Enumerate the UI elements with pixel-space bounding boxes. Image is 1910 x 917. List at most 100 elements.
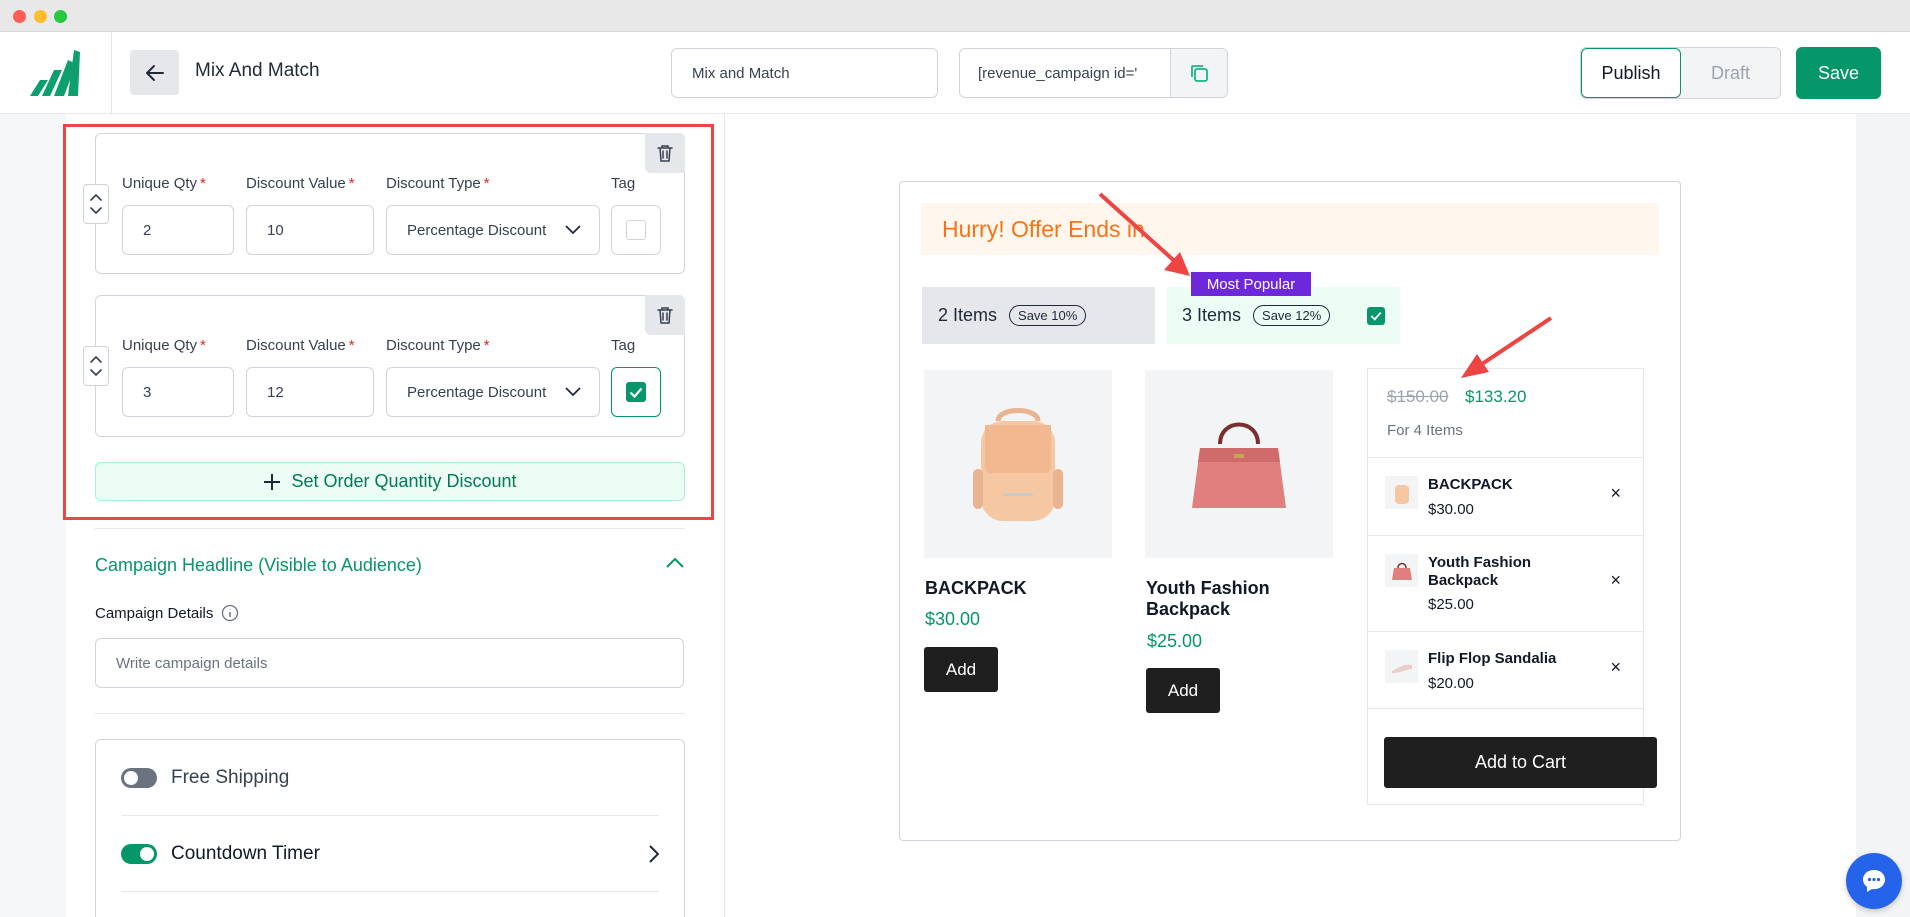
countdown-timer-label: Countdown Timer [171, 842, 320, 864]
original-price: $150.00 [1387, 387, 1449, 406]
sort-icon [90, 194, 102, 214]
item-name: BACKPACK [1428, 476, 1513, 493]
unique-qty-input[interactable]: 2 [122, 205, 234, 255]
product-price: $25.00 [1147, 631, 1203, 651]
summary-item: Flip Flop Sandalia $20.00 × [1368, 631, 1643, 709]
free-shipping-toggle[interactable] [121, 767, 157, 788]
page-title: Mix And Match [195, 60, 320, 81]
remove-item-icon[interactable]: × [1610, 570, 1621, 591]
discount-tier: Unique Qty * Discount Value * Discount Typ… [83, 295, 685, 437]
tag-checkbox[interactable] [611, 367, 661, 417]
discount-tier: Unique Qty * Discount Value * Discount Typ… [83, 133, 685, 274]
shortcode-text[interactable]: [revenue_campaign id=' [960, 49, 1170, 97]
discount-type-select[interactable]: Percentage Discount [386, 367, 600, 417]
discount-value-input[interactable]: 12 [246, 367, 374, 417]
backpack-image [973, 408, 1063, 521]
summary-item: Youth Fashion Backpack $25.00 × [1368, 535, 1643, 631]
minimize-window-button[interactable] [34, 10, 47, 23]
add-product-button[interactable]: Add [924, 647, 998, 692]
item-thumbnail [1385, 476, 1418, 509]
product-image[interactable] [924, 370, 1112, 558]
save-button[interactable]: Save [1796, 47, 1881, 99]
countdown-timer-toggle[interactable] [121, 843, 157, 864]
left-gutter [0, 114, 66, 917]
divider [95, 528, 685, 529]
item-name: Youth Fashion Backpack [1428, 554, 1532, 589]
add-quantity-discount-label: Set Order Quantity Discount [291, 471, 517, 491]
maximize-window-button[interactable] [54, 10, 67, 23]
remove-item-icon[interactable]: × [1610, 657, 1621, 678]
copy-icon [1191, 65, 1208, 82]
divider [95, 713, 685, 714]
sort-handle[interactable] [83, 184, 109, 224]
header-divider [111, 32, 112, 114]
draft-button[interactable]: Draft [1681, 48, 1780, 98]
offer-banner: Hurry! Offer Ends in [921, 203, 1659, 255]
plus-icon [264, 473, 281, 490]
discount-type-value: Percentage Discount [407, 221, 547, 239]
chevron-down-icon [565, 225, 581, 235]
campaign-details-label: Campaign Details [95, 604, 239, 622]
add-quantity-discount-button[interactable]: Set Order Quantity Discount [95, 462, 685, 501]
copy-shortcode-button[interactable] [1170, 49, 1227, 97]
discount-value-input[interactable]: 10 [246, 205, 374, 255]
delete-tier-button[interactable] [645, 295, 685, 335]
product-name: BACKPACK [925, 578, 1027, 598]
campaign-name-input[interactable] [671, 48, 938, 98]
add-to-cart-button[interactable]: Add to Cart [1384, 737, 1657, 788]
discount-value-label: Discount Value * [246, 175, 355, 192]
campaign-headline-section-title[interactable]: Campaign Headline (Visible to Audience) [95, 555, 422, 576]
item-thumbnail [1385, 554, 1418, 587]
save-badge: Save 12% [1253, 305, 1331, 326]
summary-item: BACKPACK $30.00 × [1368, 457, 1643, 535]
publish-button[interactable]: Publish [1581, 48, 1681, 98]
tag-checkbox[interactable] [611, 205, 661, 255]
free-shipping-label: Free Shipping [171, 766, 290, 788]
item-price: $20.00 [1428, 675, 1474, 692]
discount-value-label: Discount Value * [246, 337, 355, 354]
chat-icon [1863, 870, 1885, 892]
settings-card: Free Shipping Countdown Timer [95, 739, 685, 917]
remove-item-icon[interactable]: × [1610, 483, 1621, 504]
checkbox-checked-icon [626, 382, 646, 402]
chevron-up-icon[interactable] [666, 557, 684, 568]
product-image[interactable] [1145, 370, 1333, 558]
status-toggle: Publish Draft [1580, 47, 1781, 99]
discount-type-value: Percentage Discount [407, 383, 547, 401]
sort-handle[interactable] [83, 346, 109, 386]
item-price: $30.00 [1428, 501, 1474, 518]
close-window-button[interactable] [13, 10, 26, 23]
delete-tier-button[interactable] [645, 133, 685, 173]
app-header: Mix And Match [revenue_campaign id=' Pub… [0, 32, 1910, 114]
product-name: Youth Fashion Backpack [1146, 578, 1270, 619]
arrow-left-icon [145, 64, 164, 81]
trash-icon [657, 145, 673, 162]
selected-check-icon [1367, 307, 1385, 325]
back-button[interactable] [130, 50, 179, 95]
most-popular-badge: Most Popular [1191, 272, 1311, 296]
save-badge: Save 10% [1009, 305, 1087, 326]
right-gutter [1856, 114, 1910, 917]
shortcode-field[interactable]: [revenue_campaign id=' [959, 48, 1228, 98]
quantity-option[interactable]: 2 Items Save 10% [922, 287, 1155, 344]
quantity-option-label: 3 Items [1182, 305, 1242, 325]
item-name: Flip Flop Sandalia [1428, 650, 1557, 667]
add-product-button[interactable]: Add [1146, 668, 1220, 713]
info-icon[interactable] [221, 604, 239, 622]
free-shipping-row: Free Shipping [121, 740, 659, 816]
item-price: $25.00 [1428, 596, 1474, 613]
countdown-timer-row[interactable]: Countdown Timer [121, 816, 659, 892]
discounted-price: $133.20 [1465, 387, 1527, 406]
campaign-details-input[interactable] [95, 638, 684, 688]
sort-icon [90, 356, 102, 376]
unique-qty-input[interactable]: 3 [122, 367, 234, 417]
bundle-summary: $150.00 $133.20 For 4 Items BACKPACK $30… [1367, 368, 1657, 805]
chevron-right-icon[interactable] [649, 844, 659, 863]
window-titlebar [0, 0, 1910, 32]
item-thumbnail [1385, 650, 1418, 683]
trash-icon [657, 307, 673, 324]
chat-support-button[interactable] [1846, 853, 1902, 909]
discount-type-select[interactable]: Percentage Discount [386, 205, 600, 255]
discount-type-label: Discount Type * [386, 337, 490, 354]
handbag-image [1192, 422, 1286, 508]
